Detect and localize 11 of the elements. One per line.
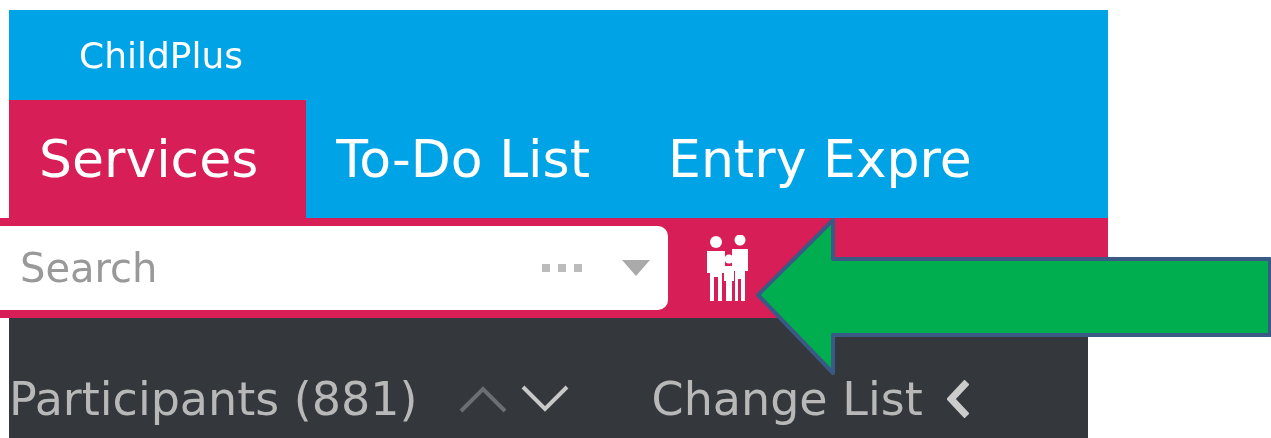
chevron-down-icon[interactable] xyxy=(519,384,570,414)
search-box[interactable]: Search xyxy=(0,226,668,310)
app-title: ChildPlus xyxy=(79,34,244,76)
nav-tab[interactable]: Services xyxy=(9,100,307,218)
list-title: Participants (881) xyxy=(9,372,418,426)
nav-tab[interactable]: To-Do List xyxy=(306,100,639,218)
search-field[interactable]: Search xyxy=(18,244,542,292)
change-list-link[interactable]: Change List xyxy=(651,372,923,426)
chevron-left-icon[interactable] xyxy=(946,380,969,418)
nav-tab[interactable]: Entry Expre xyxy=(638,100,1020,218)
family-icon[interactable] xyxy=(704,235,750,301)
